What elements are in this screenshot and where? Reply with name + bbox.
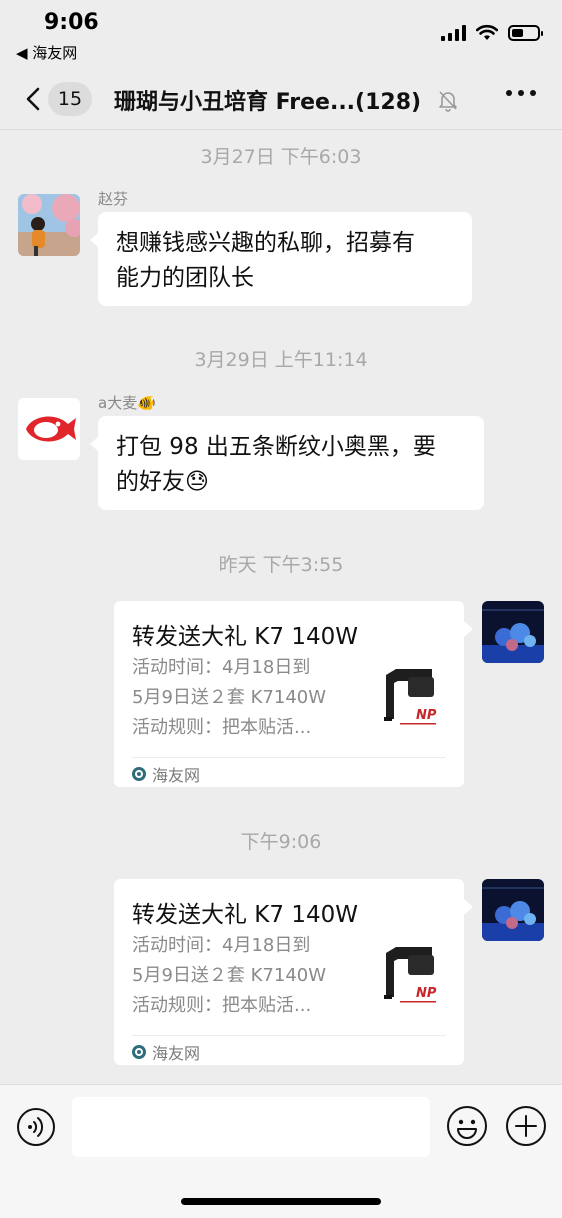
back-to-app-link[interactable]: ◀ 海友网 bbox=[16, 42, 77, 63]
card-desc-line: 活动时间：4月18日到 bbox=[132, 657, 311, 678]
chat-header: 15 珊瑚与小丑培育 Free...(128) bbox=[0, 68, 562, 130]
card-description: 活动时间：4月18日到 5月9日送２套 K7140W 活动规则：把本贴活... bbox=[132, 931, 362, 1021]
thumb-badge-text: NP bbox=[416, 986, 437, 1001]
message-timestamp: 3月27日 下午6:03 bbox=[200, 146, 362, 168]
message-text-input[interactable] bbox=[72, 1097, 430, 1157]
sender-name: a大麦🐠 bbox=[98, 394, 156, 412]
unread-count-badge[interactable]: 15 bbox=[48, 82, 92, 116]
message-timestamp: 3月29日 上午11:14 bbox=[194, 349, 368, 371]
self-avatar[interactable] bbox=[482, 601, 544, 663]
plus-circle-icon[interactable] bbox=[505, 1105, 547, 1147]
cellular-signal-icon bbox=[441, 24, 466, 41]
card-desc-line: 活动时间：4月18日到 bbox=[132, 935, 311, 956]
sender-name: 赵芬 bbox=[98, 190, 129, 208]
card-desc-line: 5月9日送２套 K7140W bbox=[132, 965, 327, 986]
self-avatar[interactable] bbox=[482, 879, 544, 941]
card-source: 海友网 bbox=[132, 1040, 200, 1064]
aquarium-light-thumbnail: NP bbox=[372, 657, 444, 737]
message-line: 想赚钱感兴趣的私聊，招募有 bbox=[116, 230, 415, 256]
card-source-name: 海友网 bbox=[152, 766, 201, 785]
card-source: 海友网 bbox=[132, 762, 200, 786]
card-desc-line: 5月9日送２套 K7140W bbox=[132, 687, 327, 708]
aquarium-light-thumbnail: NP bbox=[372, 935, 444, 1015]
message-timestamp: 昨天 下午3:55 bbox=[218, 554, 344, 576]
avatar[interactable] bbox=[18, 398, 80, 460]
thumb-badge-text: NP bbox=[416, 708, 437, 723]
card-divider bbox=[132, 1035, 446, 1036]
message-line: 能力的团队长 bbox=[116, 265, 254, 291]
card-desc-line: 活动规则：把本贴活... bbox=[132, 995, 312, 1016]
card-title: 转发送大礼 K7 140W bbox=[132, 624, 358, 650]
status-time: 9:06 bbox=[44, 10, 99, 35]
card-description: 活动时间：4月18日到 5月9日送２套 K7140W 活动规则：把本贴活... bbox=[132, 653, 362, 743]
status-icons bbox=[441, 24, 543, 41]
chat-title[interactable]: 珊瑚与小丑培育 Free...(128) bbox=[114, 84, 421, 116]
card-desc-line: 活动规则：把本贴活... bbox=[132, 717, 312, 738]
message-line: 打包 98 出五条断纹小奥黑，要 bbox=[116, 434, 436, 460]
link-card[interactable]: 转发送大礼 K7 140W 活动时间：4月18日到 5月9日送２套 K7140W… bbox=[114, 601, 473, 787]
link-card[interactable]: 转发送大礼 K7 140W 活动时间：4月18日到 5月9日送２套 K7140W… bbox=[114, 879, 473, 1065]
voice-icon[interactable] bbox=[16, 1107, 56, 1147]
battery-icon bbox=[508, 24, 543, 41]
home-indicator[interactable] bbox=[181, 1198, 381, 1205]
message-line: 的好友😓 bbox=[116, 469, 209, 495]
bell-off-icon bbox=[439, 91, 457, 112]
message-bubble[interactable]: 打包 98 出五条断纹小奥黑，要 的好友😓 bbox=[90, 416, 484, 510]
source-logo-icon bbox=[132, 767, 146, 781]
wifi-icon bbox=[476, 24, 498, 40]
status-bar: 9:06 ◀ 海友网 bbox=[0, 0, 562, 68]
card-divider bbox=[132, 757, 446, 758]
source-logo-icon bbox=[132, 1045, 146, 1059]
avatar[interactable] bbox=[18, 194, 80, 256]
card-title: 转发送大礼 K7 140W bbox=[132, 902, 358, 928]
smile-icon[interactable] bbox=[446, 1105, 488, 1147]
more-horizontal-icon[interactable] bbox=[506, 90, 536, 96]
message-timestamp: 下午9:06 bbox=[240, 831, 322, 853]
card-source-name: 海友网 bbox=[152, 1044, 201, 1063]
message-bubble[interactable]: 想赚钱感兴趣的私聊，招募有 能力的团队长 bbox=[90, 212, 472, 306]
chevron-left-icon[interactable] bbox=[20, 82, 50, 116]
